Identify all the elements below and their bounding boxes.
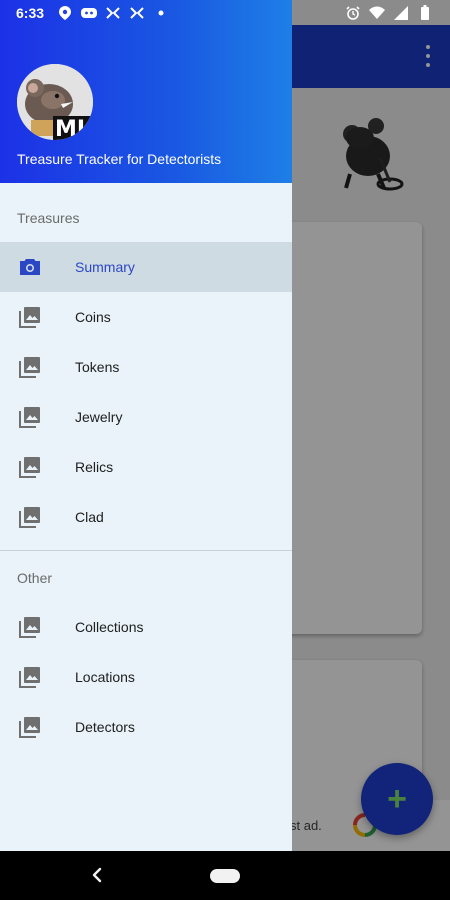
nav-item-detectors[interactable]: Detectors [0,702,292,752]
alarm-icon [344,4,362,22]
nav-item-label: Summary [75,259,135,275]
rat-avatar-image: MI [17,64,93,140]
back-icon[interactable] [88,865,108,885]
nav-item-label: Collections [75,619,144,635]
wifi-icon [368,4,386,22]
image-stack-icon [19,717,40,738]
battery-icon [416,4,434,22]
nav-item-label: Tokens [75,359,120,375]
nav-item-summary[interactable]: Summary [0,242,292,292]
image-stack-icon [19,407,40,428]
system-navigation-bar [0,851,450,900]
location-pin-icon [56,4,74,22]
image-stack-icon [19,457,40,478]
nav-item-label: Jewelry [75,409,123,425]
nav-item-locations[interactable]: Locations [0,652,292,702]
nav-item-tokens[interactable]: Tokens [0,342,292,392]
nav-item-collections[interactable]: Collections [0,602,292,652]
nav-item-clad[interactable]: Clad [0,492,292,542]
nav-item-label: Detectors [75,719,135,735]
nav-item-label: Coins [75,309,111,325]
app-icon [128,4,146,22]
svg-text:MI: MI [55,117,85,140]
app-icon [104,4,122,22]
nav-item-label: Clad [75,509,104,525]
image-stack-icon [19,667,40,688]
image-stack-icon [19,357,40,378]
status-time: 6:33 [16,4,45,21]
drawer-header: MI Treasure Tracker for Detectorists [0,0,292,183]
nav-item-label: Locations [75,669,135,685]
image-stack-icon [19,307,40,328]
signal-icon [392,4,410,22]
nav-item-jewelry[interactable]: Jewelry [0,392,292,442]
avatar[interactable]: MI [17,64,93,140]
section-divider [0,550,292,551]
status-bar: 6:33 [0,0,450,25]
nav-item-label: Relics [75,459,114,475]
section-label-other: Other [17,570,53,586]
nav-item-relics[interactable]: Relics [0,442,292,492]
navigation-drawer: MI Treasure Tracker for Detectorists Tre… [0,0,292,851]
image-stack-icon [19,617,40,638]
discord-icon [80,4,98,22]
camera-icon [20,259,40,275]
drawer-header-title: Treasure Tracker for Detectorists [17,151,222,167]
section-label-treasures: Treasures [17,210,80,226]
home-button[interactable] [210,869,240,883]
image-stack-icon [19,507,40,528]
dot-icon [152,4,170,22]
nav-item-coins[interactable]: Coins [0,292,292,342]
